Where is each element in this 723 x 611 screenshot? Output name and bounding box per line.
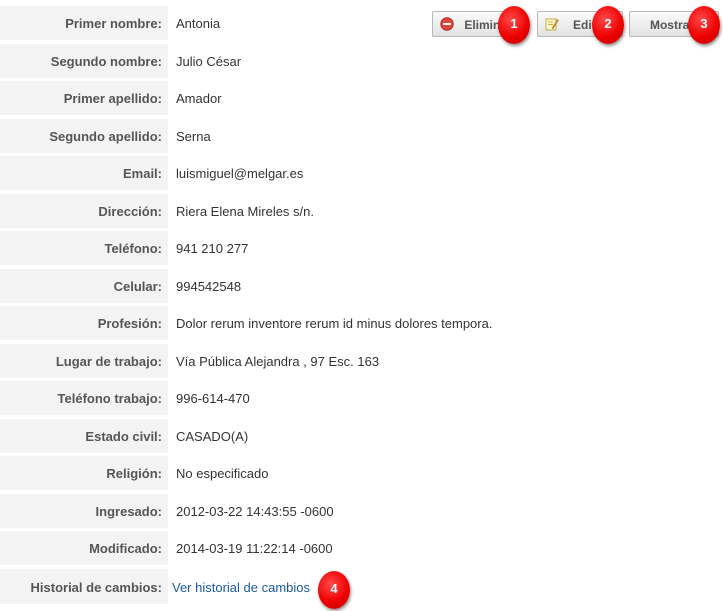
field-row-estado-civil: Estado civil: CASADO(A) bbox=[0, 418, 723, 456]
field-value: CASADO(A) bbox=[176, 428, 249, 444]
callout-badge-3: 3 bbox=[688, 6, 720, 44]
field-label: Dirección: bbox=[0, 193, 168, 228]
field-row-ingresado: Ingresado: 2012-03-22 14:43:55 -0600 bbox=[0, 493, 723, 531]
field-value: 941 210 277 bbox=[176, 241, 249, 256]
field-value: Antonia bbox=[176, 16, 221, 31]
delete-icon bbox=[440, 17, 454, 31]
field-row-historial: Historial de cambios: Ver historial de c… bbox=[0, 568, 723, 606]
field-row-modificado: Modificado: 2014-03-19 11:22:14 -0600 bbox=[0, 530, 723, 568]
field-label: Segundo nombre: bbox=[0, 43, 168, 78]
field-label: Profesión: bbox=[0, 306, 168, 340]
field-row-religion: Religión: No especificado bbox=[0, 455, 723, 493]
field-label: Primer nombre: bbox=[0, 6, 168, 40]
field-value: Serna bbox=[176, 128, 211, 144]
field-label: Celular: bbox=[0, 268, 168, 303]
field-row-profesion: Profesión: Dolor rerum inventore rerum i… bbox=[0, 305, 723, 343]
history-link-cell: Ver historial de cambios bbox=[172, 568, 310, 607]
field-value: 994542548 bbox=[176, 278, 242, 294]
view-history-link[interactable]: Ver historial de cambios bbox=[172, 580, 310, 595]
field-row-lugar-de-trabajo: Lugar de trabajo: Vía Pública Alejandra … bbox=[0, 343, 723, 381]
field-label: Modificado: bbox=[0, 531, 168, 565]
callout-badge-1: 1 bbox=[498, 6, 530, 44]
field-label: Religión: bbox=[0, 456, 168, 490]
field-value: 2012-03-22 14:43:55 -0600 bbox=[176, 503, 334, 519]
record-fields: Primer nombre: Antonia Segundo nombre: J… bbox=[0, 5, 723, 605]
field-label: Primer apellido: bbox=[0, 81, 168, 115]
record-detail-page: Primer nombre: Antonia Segundo nombre: J… bbox=[0, 0, 723, 611]
field-label: Email: bbox=[0, 156, 168, 190]
field-value: Amador bbox=[176, 91, 222, 106]
edit-icon bbox=[545, 18, 559, 31]
field-label: Estado civil: bbox=[0, 418, 168, 453]
callout-badge-4: 4 bbox=[318, 571, 350, 609]
field-value: 2014-03-19 11:22:14 -0600 bbox=[176, 541, 333, 556]
field-label: Segundo apellido: bbox=[0, 118, 168, 153]
field-label: Teléfono: bbox=[0, 231, 168, 265]
field-row-segundo-nombre: Segundo nombre: Julio César bbox=[0, 43, 723, 81]
field-row-segundo-apellido: Segundo apellido: Serna bbox=[0, 118, 723, 156]
field-value: 996-614-470 bbox=[176, 391, 250, 406]
field-value: luismiguel@melgar.es bbox=[176, 166, 304, 181]
field-value: Julio César bbox=[176, 53, 242, 69]
field-value: Vía Pública Alejandra , 97 Esc. 163 bbox=[176, 353, 380, 369]
callout-badge-2: 2 bbox=[592, 6, 624, 44]
field-value: Dolor rerum inventore rerum id minus dol… bbox=[176, 316, 493, 331]
field-label: Ingresado: bbox=[0, 493, 168, 528]
field-row-email: Email: luismiguel@melgar.es bbox=[0, 155, 723, 193]
field-row-celular: Celular: 994542548 bbox=[0, 268, 723, 306]
field-row-primer-apellido: Primer apellido: Amador bbox=[0, 80, 723, 118]
field-value: No especificado bbox=[176, 466, 269, 481]
field-row-direccion: Dirección: Riera Elena Mireles s/n. bbox=[0, 193, 723, 231]
field-row-telefono: Teléfono: 941 210 277 bbox=[0, 230, 723, 268]
field-label: Lugar de trabajo: bbox=[0, 343, 168, 378]
field-label: Teléfono trabajo: bbox=[0, 381, 168, 415]
field-label: Historial de cambios: bbox=[0, 568, 168, 604]
field-value: Riera Elena Mireles s/n. bbox=[176, 203, 314, 219]
field-row-telefono-trabajo: Teléfono trabajo: 996-614-470 bbox=[0, 380, 723, 418]
